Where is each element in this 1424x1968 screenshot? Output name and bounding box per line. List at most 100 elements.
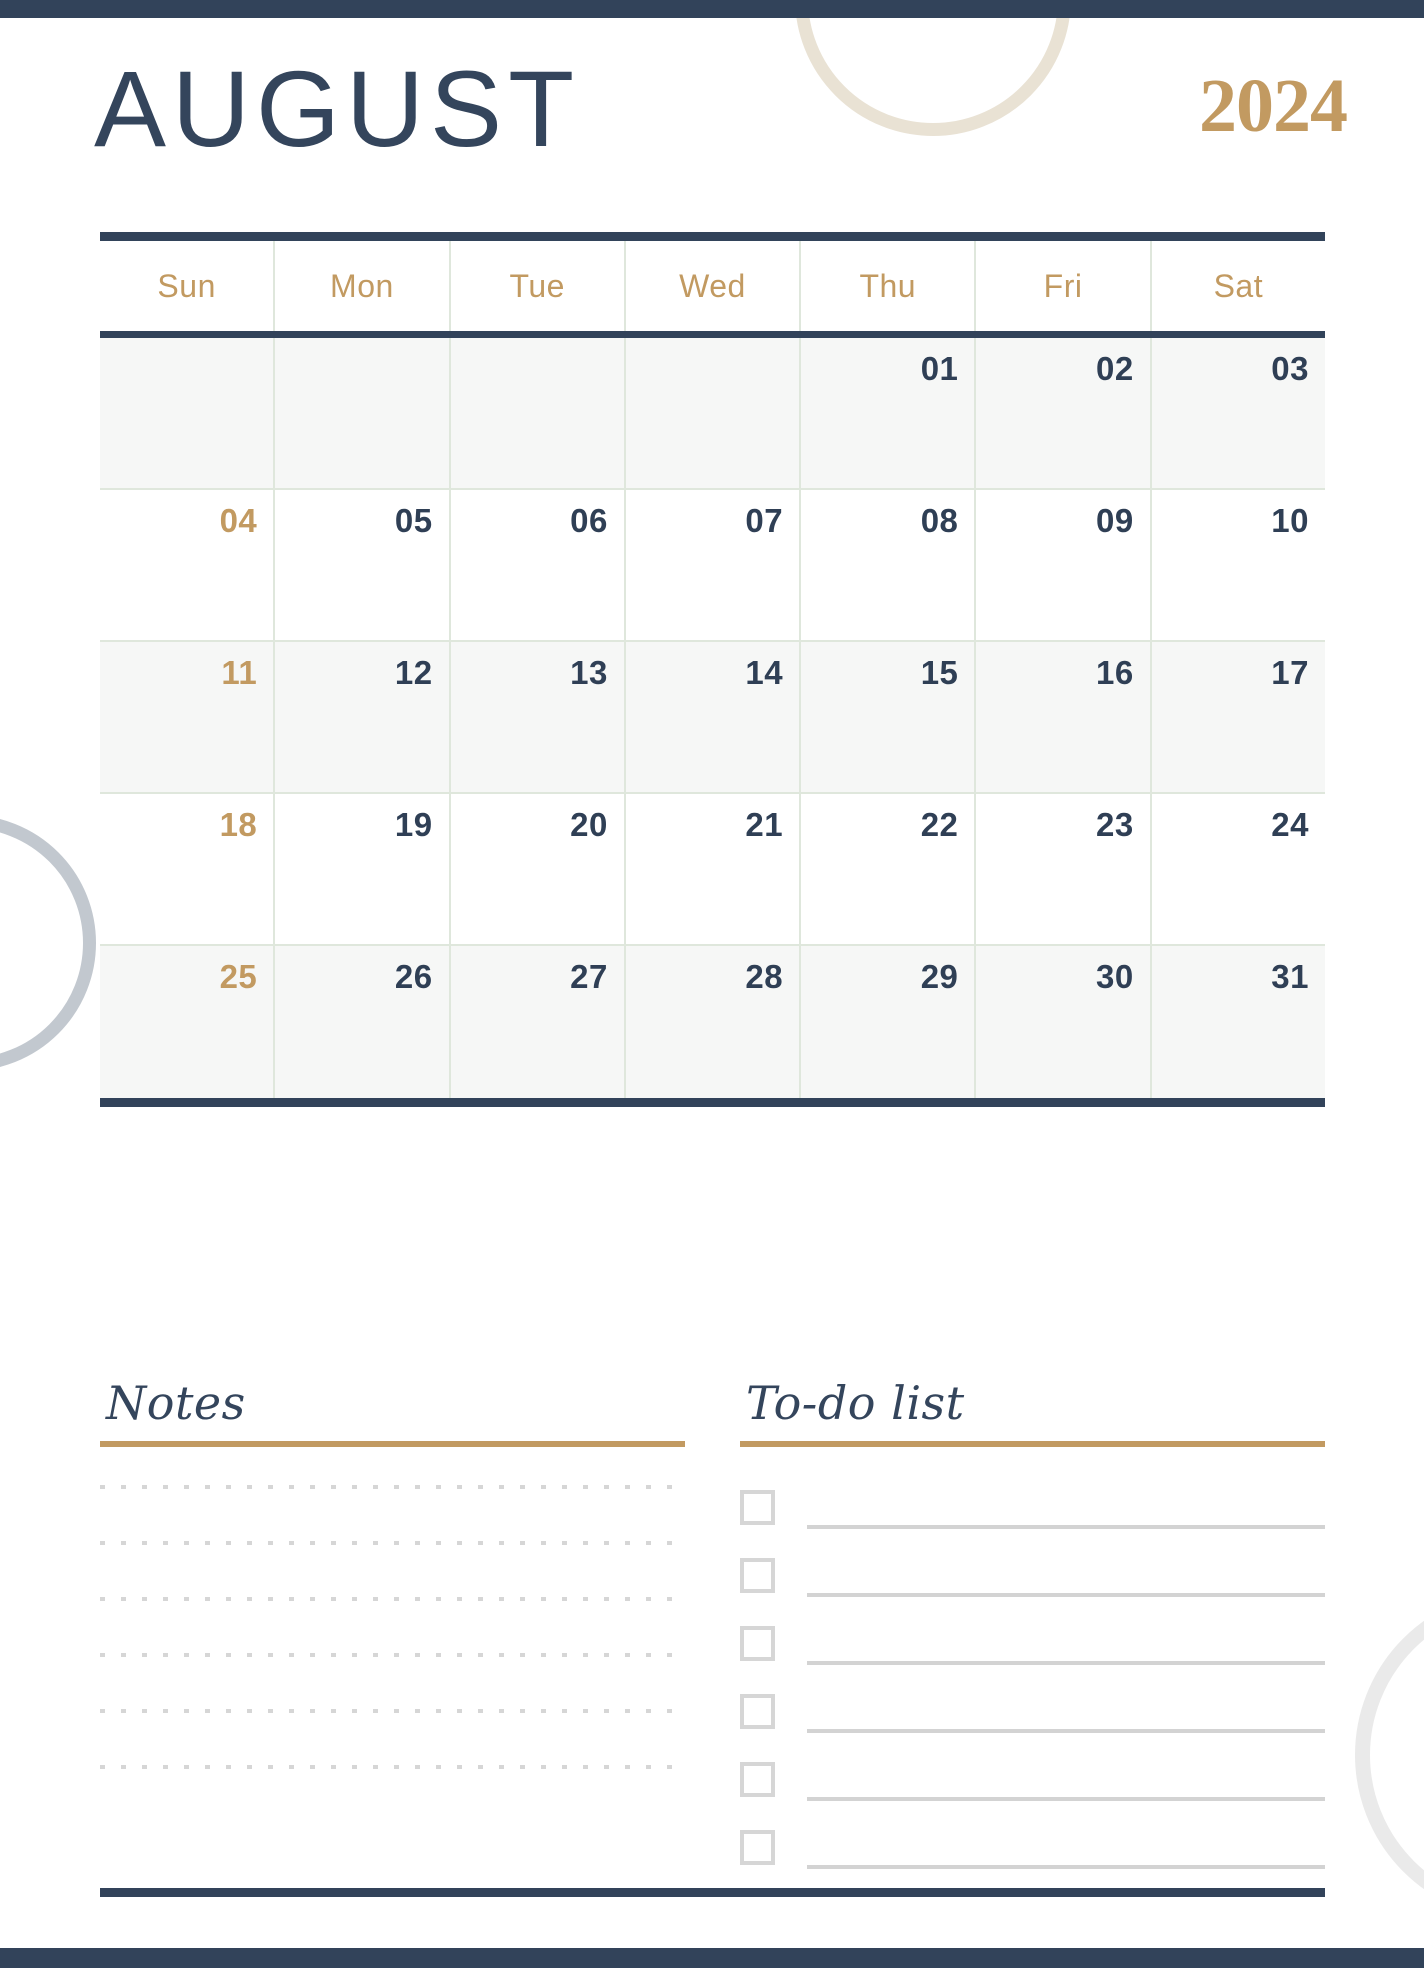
- weekday-header-row: Sun Mon Tue Wed Thu Fri Sat: [100, 241, 1325, 331]
- day-cell-01[interactable]: 01: [801, 338, 977, 490]
- day-cell-17[interactable]: 17: [1151, 642, 1325, 794]
- week-row: 11 12 13 14 15 16 17: [100, 642, 1325, 794]
- todo-item: [740, 1609, 1325, 1665]
- note-write-line[interactable]: [100, 1541, 685, 1545]
- todo-write-line[interactable]: [807, 1865, 1325, 1869]
- weekday-header-wed: Wed: [626, 241, 802, 331]
- day-cell-09[interactable]: 09: [976, 490, 1152, 642]
- day-cell-02[interactable]: 02: [976, 338, 1152, 490]
- bottom-sections: Notes To-do list: [100, 1375, 1325, 1881]
- day-cell-28[interactable]: 28: [625, 946, 802, 1098]
- note-write-line[interactable]: [100, 1709, 685, 1713]
- day-number: 08: [920, 502, 959, 539]
- day-number: 13: [570, 654, 608, 691]
- day-cell-24[interactable]: 24: [1151, 794, 1325, 946]
- page-bottom-bar: [0, 1948, 1424, 1968]
- weekday-header-sat: Sat: [1213, 267, 1264, 304]
- day-cell-30[interactable]: 30: [976, 946, 1152, 1098]
- grid-rule-bottom: [100, 1098, 1325, 1107]
- checkbox-icon[interactable]: [740, 1694, 775, 1729]
- day-cell-08[interactable]: 08: [801, 490, 977, 642]
- weekday-header-sun: Sun: [100, 241, 276, 331]
- weekday-header-tue: Tue: [451, 241, 626, 331]
- day-cell-23[interactable]: 23: [976, 794, 1152, 946]
- day-cell-29[interactable]: 29: [801, 946, 977, 1098]
- todo-rows: [740, 1473, 1325, 1869]
- checkbox-icon[interactable]: [740, 1626, 775, 1661]
- calendar-grid: Sun Mon Tue Wed Thu Fri Sat 01 02 03 04 05 06 07 08 09…: [100, 232, 1325, 1107]
- note-write-line[interactable]: [100, 1765, 685, 1769]
- todo-write-line[interactable]: [807, 1525, 1325, 1529]
- weekday-header-mon: Mon: [275, 241, 451, 331]
- day-number: 28: [745, 958, 784, 995]
- todo-write-line[interactable]: [807, 1797, 1325, 1801]
- day-number: 09: [1095, 502, 1134, 539]
- day-cell-16[interactable]: 16: [976, 642, 1152, 794]
- notes-lines[interactable]: [100, 1485, 685, 1769]
- day-number: 18: [219, 806, 258, 843]
- day-cell-27[interactable]: 27: [450, 946, 626, 1098]
- checkbox-icon[interactable]: [740, 1830, 775, 1865]
- weekday-header-fri: Fri: [976, 241, 1152, 331]
- checkbox-icon[interactable]: [740, 1762, 775, 1797]
- day-cell-18[interactable]: 18: [100, 794, 276, 946]
- todo-write-line[interactable]: [807, 1661, 1325, 1665]
- week-row: 18 19 20 21 22 23 24: [100, 794, 1325, 946]
- todo-panel: To-do list: [740, 1375, 1325, 1881]
- day-cell-26[interactable]: 26: [275, 946, 451, 1098]
- day-cell-25[interactable]: 25: [100, 946, 276, 1098]
- day-cell-04[interactable]: 04: [100, 490, 276, 642]
- todo-write-line[interactable]: [807, 1593, 1325, 1597]
- day-number: 19: [394, 806, 433, 843]
- todo-item: [740, 1677, 1325, 1733]
- checkbox-icon[interactable]: [740, 1490, 775, 1525]
- day-cell-14[interactable]: 14: [625, 642, 802, 794]
- notes-underline: [100, 1441, 685, 1447]
- day-cell-12[interactable]: 12: [275, 642, 451, 794]
- day-number: 26: [394, 958, 433, 995]
- note-write-line[interactable]: [100, 1653, 685, 1657]
- page-top-bar: [0, 0, 1424, 18]
- day-number: 27: [570, 958, 608, 995]
- calendar-sheet: AUGUST 2024 Sun Mon Tue Wed Thu Fri Sat 01 02 03…: [0, 0, 1424, 1968]
- day-cell-03[interactable]: 03: [1151, 338, 1325, 490]
- day-cell-10[interactable]: 10: [1151, 490, 1325, 642]
- day-number: 20: [570, 806, 608, 843]
- day-cell-05[interactable]: 05: [275, 490, 451, 642]
- note-write-line[interactable]: [100, 1597, 685, 1601]
- day-number: 05: [394, 502, 433, 539]
- day-number: 16: [1095, 654, 1134, 691]
- todo-write-line[interactable]: [807, 1729, 1325, 1733]
- day-number: 15: [920, 654, 959, 691]
- day-cell-31[interactable]: 31: [1151, 946, 1325, 1098]
- day-number: 06: [570, 502, 608, 539]
- day-cell-21[interactable]: 21: [625, 794, 802, 946]
- day-cell-19[interactable]: 19: [275, 794, 451, 946]
- day-number: 07: [745, 502, 784, 539]
- day-number: 11: [221, 654, 258, 691]
- note-write-line[interactable]: [100, 1485, 685, 1489]
- day-number: 17: [1271, 654, 1309, 691]
- day-number: 14: [745, 654, 784, 691]
- day-cell-empty: [450, 338, 626, 490]
- day-number: 10: [1271, 502, 1309, 539]
- day-number: 22: [920, 806, 959, 843]
- day-number: 25: [219, 958, 258, 995]
- day-cell-11[interactable]: 11: [100, 642, 276, 794]
- checkbox-icon[interactable]: [740, 1558, 775, 1593]
- todo-underline: [740, 1441, 1325, 1447]
- day-cell-06[interactable]: 06: [450, 490, 626, 642]
- weekday-header-thu: Thu: [801, 241, 977, 331]
- day-cell-22[interactable]: 22: [801, 794, 977, 946]
- week-row: 04 05 06 07 08 09 10: [100, 490, 1325, 642]
- day-cell-15[interactable]: 15: [801, 642, 977, 794]
- day-cell-13[interactable]: 13: [450, 642, 626, 794]
- day-number: 04: [219, 502, 258, 539]
- calendar-header: AUGUST 2024: [94, 50, 1348, 172]
- day-cell-empty: [625, 338, 802, 490]
- footer-rule: [100, 1888, 1325, 1897]
- day-cell-07[interactable]: 07: [625, 490, 802, 642]
- day-number: 23: [1095, 806, 1134, 843]
- day-cell-20[interactable]: 20: [450, 794, 626, 946]
- notes-title: Notes: [106, 1376, 246, 1430]
